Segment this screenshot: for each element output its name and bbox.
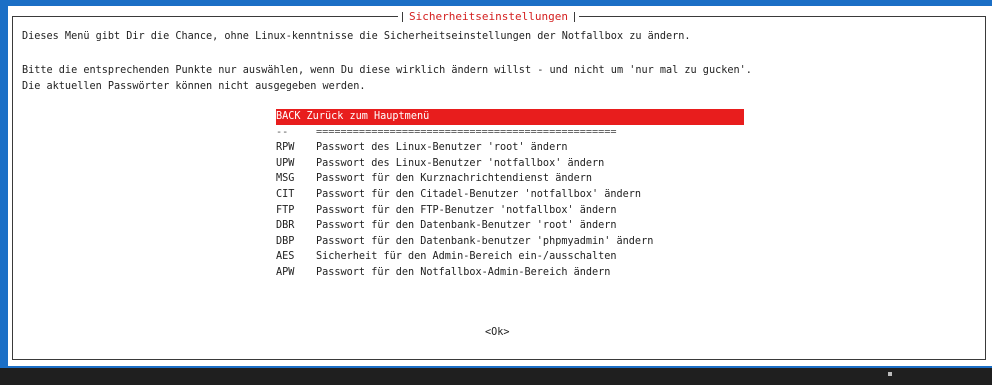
dialog-title-bar: Sicherheitseinstellungen	[398, 10, 579, 24]
menu-item-tag: FTP	[276, 204, 295, 216]
security-menu: BACK Zurück zum Hauptmenü -- ===========…	[266, 109, 746, 281]
separator-tag: --	[276, 126, 289, 138]
menu-item-label: Passwort für den Citadel-Benutzer 'notfa…	[316, 188, 642, 200]
menu-item-tag: BACK	[276, 111, 301, 122]
warning-text: Bitte die entsprechenden Punkte nur ausw…	[22, 65, 752, 76]
menu-item-label: Passwort für den FTP-Benutzer 'notfallbo…	[316, 204, 617, 216]
dialog-title: Sicherheitseinstellungen	[409, 10, 568, 23]
menu-item-label: Passwort des Linux-Benutzer 'root' änder…	[316, 142, 568, 154]
menu-item-tag: RPW	[276, 142, 295, 154]
intro-text: Dieses Menü gibt Dir die Chance, ohne Li…	[22, 31, 691, 42]
separator-line: ========================================…	[316, 126, 617, 138]
menu-item-back[interactable]: BACK Zurück zum Hauptmenü	[276, 109, 744, 125]
menu-item-label: Zurück zum Hauptmenü	[306, 111, 430, 122]
menu-item-upw[interactable]: UPW Passwort des Linux-Benutzer 'notfall…	[266, 156, 746, 172]
menu-item-label: Passwort für den Datenbank-Benutzer 'roo…	[316, 220, 617, 232]
menu-item-label: Passwort des Linux-Benutzer 'notfallbox'…	[316, 157, 605, 169]
menu-item-dbp[interactable]: DBP Passwort für den Datenbank-benutzer …	[266, 234, 746, 250]
password-info-text: Die aktuellen Passwörter können nicht au…	[22, 81, 366, 92]
menu-item-tag: DBR	[276, 220, 295, 232]
menu-item-label: Passwort für den Datenbank-benutzer 'php…	[316, 235, 654, 247]
menu-item-apw[interactable]: APW Passwort für den Notfallbox-Admin-Be…	[266, 265, 746, 281]
title-right-tick	[573, 12, 575, 22]
menu-item-label: Sicherheit für den Admin-Bereich ein-/au…	[316, 251, 617, 263]
menu-item-aes[interactable]: AES Sicherheit für den Admin-Bereich ein…	[266, 249, 746, 265]
ok-button[interactable]: <Ok>	[485, 326, 510, 340]
terminal-bottom-bar	[0, 368, 992, 385]
menu-item-label: Passwort für den Kurznachrichtendienst ä…	[316, 173, 593, 185]
menu-item-ftp[interactable]: FTP Passwort für den FTP-Benutzer 'notfa…	[266, 203, 746, 219]
menu-item-tag: CIT	[276, 188, 295, 200]
menu-item-msg[interactable]: MSG Passwort für den Kurznachrichtendien…	[266, 171, 746, 187]
security-settings-dialog: Sicherheitseinstellungen Dieses Menü gib…	[8, 6, 992, 366]
menu-item-label: Passwort für den Notfallbox-Admin-Bereic…	[316, 266, 611, 278]
menu-item-tag: AES	[276, 251, 295, 263]
menu-item-tag: APW	[276, 266, 295, 278]
menu-item-cit[interactable]: CIT Passwort für den Citadel-Benutzer 'n…	[266, 187, 746, 203]
menu-separator: -- =====================================…	[266, 125, 746, 141]
menu-item-rpw[interactable]: RPW Passwort des Linux-Benutzer 'root' ä…	[266, 140, 746, 156]
menu-item-tag: DBP	[276, 235, 295, 247]
bottom-bar-marker	[888, 372, 892, 376]
menu-item-dbr[interactable]: DBR Passwort für den Datenbank-Benutzer …	[266, 218, 746, 234]
menu-item-tag: UPW	[276, 157, 295, 169]
menu-item-tag: MSG	[276, 173, 295, 185]
